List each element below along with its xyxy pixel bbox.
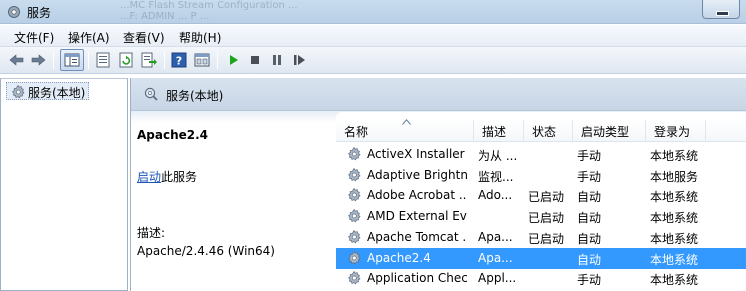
toolbar-separator (164, 52, 165, 69)
cell-startup-type: 手动 (577, 273, 602, 288)
cell-startup-type: 自动 (577, 211, 602, 226)
svg-text:?: ? (176, 55, 182, 68)
description-label: 描述: (137, 226, 166, 240)
toolbar-separator (217, 52, 218, 69)
title-bar: 服务 ...MC Flash Stream Configuration ... … (0, 0, 746, 24)
column-header-status[interactable]: 状态 (524, 120, 573, 142)
back-arrow-icon[interactable] (8, 51, 26, 69)
cell-startup-type: 自动 (577, 252, 602, 267)
toolbar: ? (0, 47, 746, 74)
cell-status: 已启动 (528, 211, 565, 226)
export-list-icon[interactable] (140, 51, 158, 69)
selected-service-name: Apache2.4 (137, 128, 209, 142)
cell-description: 监视... (478, 169, 514, 184)
cell-name: Apache Tomcat ... (367, 229, 467, 244)
description-value: Apache/2.4.46 (Win64) (137, 244, 275, 258)
column-header-logon-as[interactable]: 登录为 (646, 120, 706, 142)
pane-title: 服务(本地) (166, 89, 224, 103)
service-gear-icon (348, 167, 361, 182)
cell-startup-type: 手动 (577, 169, 602, 184)
tree-item-services-local[interactable]: 服务(本地) (6, 82, 90, 100)
forward-arrow-icon[interactable] (29, 51, 47, 69)
cell-status: 已启动 (528, 190, 565, 205)
window-title: 服务 (27, 6, 52, 20)
menu-file[interactable]: 文件(F) (14, 29, 54, 46)
cell-description: Ado... (478, 188, 513, 203)
refresh-icon[interactable] (117, 51, 135, 69)
table-row[interactable]: Apache Tomcat ... Apa... 已启动 自动 本地系统 (336, 227, 746, 248)
cell-startup-type: 手动 (577, 149, 602, 163)
cell-startup-type: 自动 (577, 190, 602, 205)
cell-name: Application Chec... (367, 271, 467, 286)
cell-description: Apa... (478, 229, 513, 244)
start-service-link[interactable]: 启动 (137, 170, 161, 184)
magnifier-gear-icon (144, 87, 158, 101)
service-gear-icon (348, 271, 361, 285)
service-gear-icon (348, 188, 361, 202)
cell-name: Adobe Acrobat ... (367, 188, 467, 203)
cell-name: Apache2.4 (367, 250, 431, 265)
start-service-suffix: 此服务 (161, 170, 198, 184)
cell-logon-as: 本地系统 (650, 231, 699, 246)
console-tree-icon[interactable] (60, 49, 84, 71)
cell-name: Adaptive Brightn... (367, 167, 467, 182)
menu-action[interactable]: 操作(A) (68, 29, 110, 46)
help-icon[interactable]: ? (170, 51, 188, 69)
service-gear-icon (348, 208, 361, 223)
column-header-startup-type[interactable]: 启动类型 (573, 120, 646, 142)
cell-description: Appl... (478, 271, 517, 286)
service-gear-icon (348, 229, 361, 244)
services-app-icon (8, 6, 20, 18)
menu-help[interactable]: 帮助(H) (179, 29, 221, 46)
table-row[interactable]: Adaptive Brightn... 监视... 手动 本地服务 (336, 165, 746, 186)
toolbar-separator (53, 52, 54, 69)
stop-icon[interactable] (246, 51, 264, 69)
menu-view[interactable]: 查看(V) (123, 29, 165, 46)
cell-description: 为从 ... (478, 149, 518, 163)
show-pane-icon[interactable] (193, 51, 211, 69)
tree-item-label: 服务(本地) (28, 86, 86, 100)
column-header-description[interactable]: 描述 (474, 120, 524, 142)
cell-status: 已启动 (528, 231, 565, 246)
play-icon[interactable] (224, 51, 242, 69)
services-pane: 服务(本地) Apache2.4 启动此服务 描述: Apache/2.4.46… (130, 78, 746, 291)
cell-name: ActiveX Installer ... (367, 147, 467, 161)
service-gear-icon (348, 146, 361, 161)
table-row[interactable]: ActiveX Installer ... 为从 ... 手动 本地系统 (336, 144, 746, 165)
menu-bar: 文件(F) 操作(A) 查看(V) 帮助(H) (0, 25, 746, 47)
restart-icon[interactable] (290, 51, 308, 69)
gear-icon (12, 84, 25, 99)
pane-header: 服务(本地) (131, 78, 746, 111)
toolbar-separator (88, 52, 89, 69)
table-header: 名称 描述 状态 启动类型 登录为 (336, 119, 746, 142)
cell-startup-type: 自动 (577, 231, 602, 246)
minimize-button[interactable] (702, 0, 740, 19)
table-row[interactable]: Application Chec... Appl... 手动 本地系统 (336, 268, 746, 289)
services-table: 名称 描述 状态 启动类型 登录为 ActiveX Installer ... 为… (336, 112, 746, 291)
cell-logon-as: 本地系统 (650, 149, 699, 163)
cell-logon-as: 本地服务 (650, 169, 699, 184)
cell-logon-as: 本地系统 (650, 211, 699, 226)
pause-icon[interactable] (268, 51, 286, 69)
cell-logon-as: 本地系统 (650, 273, 699, 288)
table-row[interactable]: Adobe Acrobat ... Ado... 已启动 自动 本地系统 (336, 185, 746, 206)
column-header-name[interactable]: 名称 (336, 119, 474, 142)
console-tree: 服务(本地) (0, 78, 128, 291)
service-gear-icon (348, 250, 361, 264)
table-row[interactable]: AMD External Ev... 已启动 自动 本地系统 (336, 206, 746, 227)
table-row[interactable]: Apache2.4 Apa... 自动 本地系统 (336, 247, 746, 269)
start-action-line: 启动此服务 (137, 168, 197, 185)
service-detail: Apache2.4 启动此服务 描述: Apache/2.4.46 (Win64… (131, 112, 336, 291)
cell-logon-as: 本地系统 (650, 252, 699, 267)
sort-ascending-icon (402, 119, 411, 125)
cell-description: Apa... (478, 250, 513, 265)
cell-name: AMD External Ev... (367, 209, 467, 224)
cell-logon-as: 本地系统 (650, 190, 699, 205)
background-window-text: ...MC Flash Stream Configuration ... ...… (120, 0, 298, 22)
properties-icon[interactable] (94, 51, 112, 69)
